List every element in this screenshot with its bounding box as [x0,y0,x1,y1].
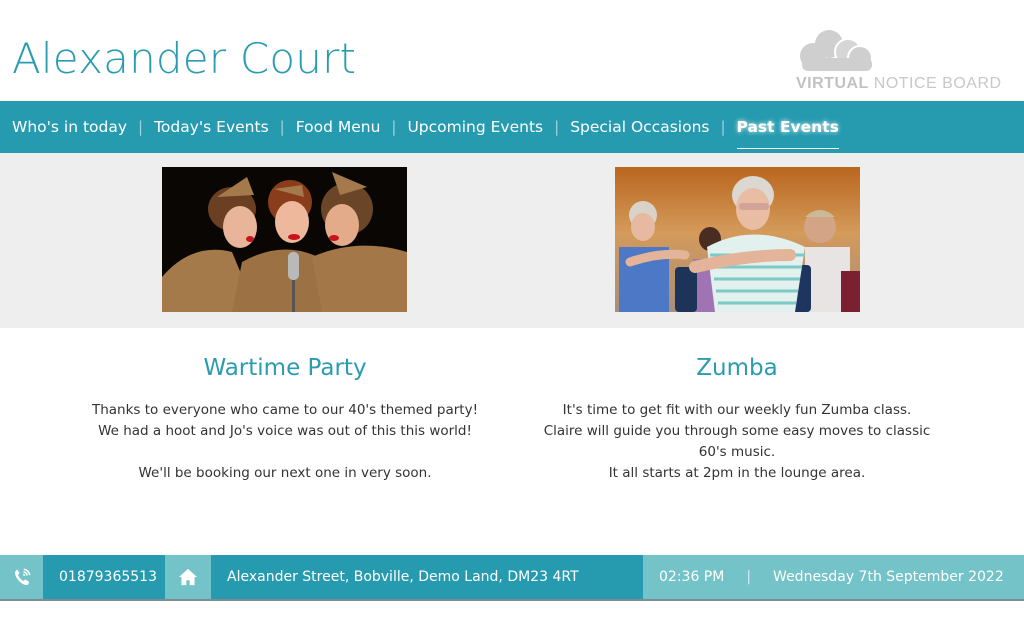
cloud-icon [800,30,873,71]
event-card-zumba: Zumba It's time to get fit with our week… [507,350,967,484]
event-description: It's time to get fit with our weekly fun… [543,402,931,481]
current-date: Wednesday 7th September 2022 [773,569,1004,585]
nav-separator: | [720,118,726,136]
address: Alexander Street, Bobville, Demo Land, D… [211,555,643,599]
header: Alexander Court VIRTUAL NOTICE BOARD [0,0,1024,101]
virtual-notice-board-logo: VIRTUAL NOTICE BOARD [796,28,1016,96]
datetime-panel: 02:36 PM | Wednesday 7th September 2022 [643,555,1024,599]
home-icon [165,555,211,599]
nav-separator: | [138,118,144,136]
event-title: Zumba [696,355,778,381]
logo-text-regular: NOTICE BOARD [873,75,1002,92]
phone-number[interactable]: 01879365513 [43,555,165,599]
phone-icon [0,555,43,599]
nav-separator: | [554,118,560,136]
nav-separator: | [391,118,397,136]
nav-separator: | [279,118,285,136]
nav-item-whos-in-today[interactable]: Who's in today [12,118,127,136]
logo-text-bold: VIRTUAL [796,75,869,92]
event-title: Wartime Party [203,355,367,381]
event-description: Thanks to everyone who came to our 40's … [91,402,479,481]
nav-item-todays-events[interactable]: Today's Events [154,118,269,136]
nav-item-past-events[interactable]: Past Events [736,118,840,149]
nav-item-food-menu[interactable]: Food Menu [296,118,381,136]
main-nav: Who's in today | Today's Events | Food M… [0,101,1024,153]
nav-item-special-occasions[interactable]: Special Occasions [570,118,709,136]
footer-bar: 01879365513 Alexander Street, Bobville, … [0,555,1024,601]
zumba-class-illustration [615,167,860,312]
event-card-wartime-party: Wartime Party Thanks to everyone who cam… [55,350,515,484]
event-images-band [0,153,1024,328]
zumba-photo [615,167,860,312]
nav-item-upcoming-events[interactable]: Upcoming Events [407,118,543,136]
wartime-party-photo [162,167,407,312]
current-time: 02:36 PM [659,569,725,585]
wartime-singers-illustration [162,167,407,312]
logo-text: VIRTUAL NOTICE BOARD [796,75,1002,93]
datetime-separator: | [746,569,752,585]
site-title: Alexander Court [12,34,357,83]
